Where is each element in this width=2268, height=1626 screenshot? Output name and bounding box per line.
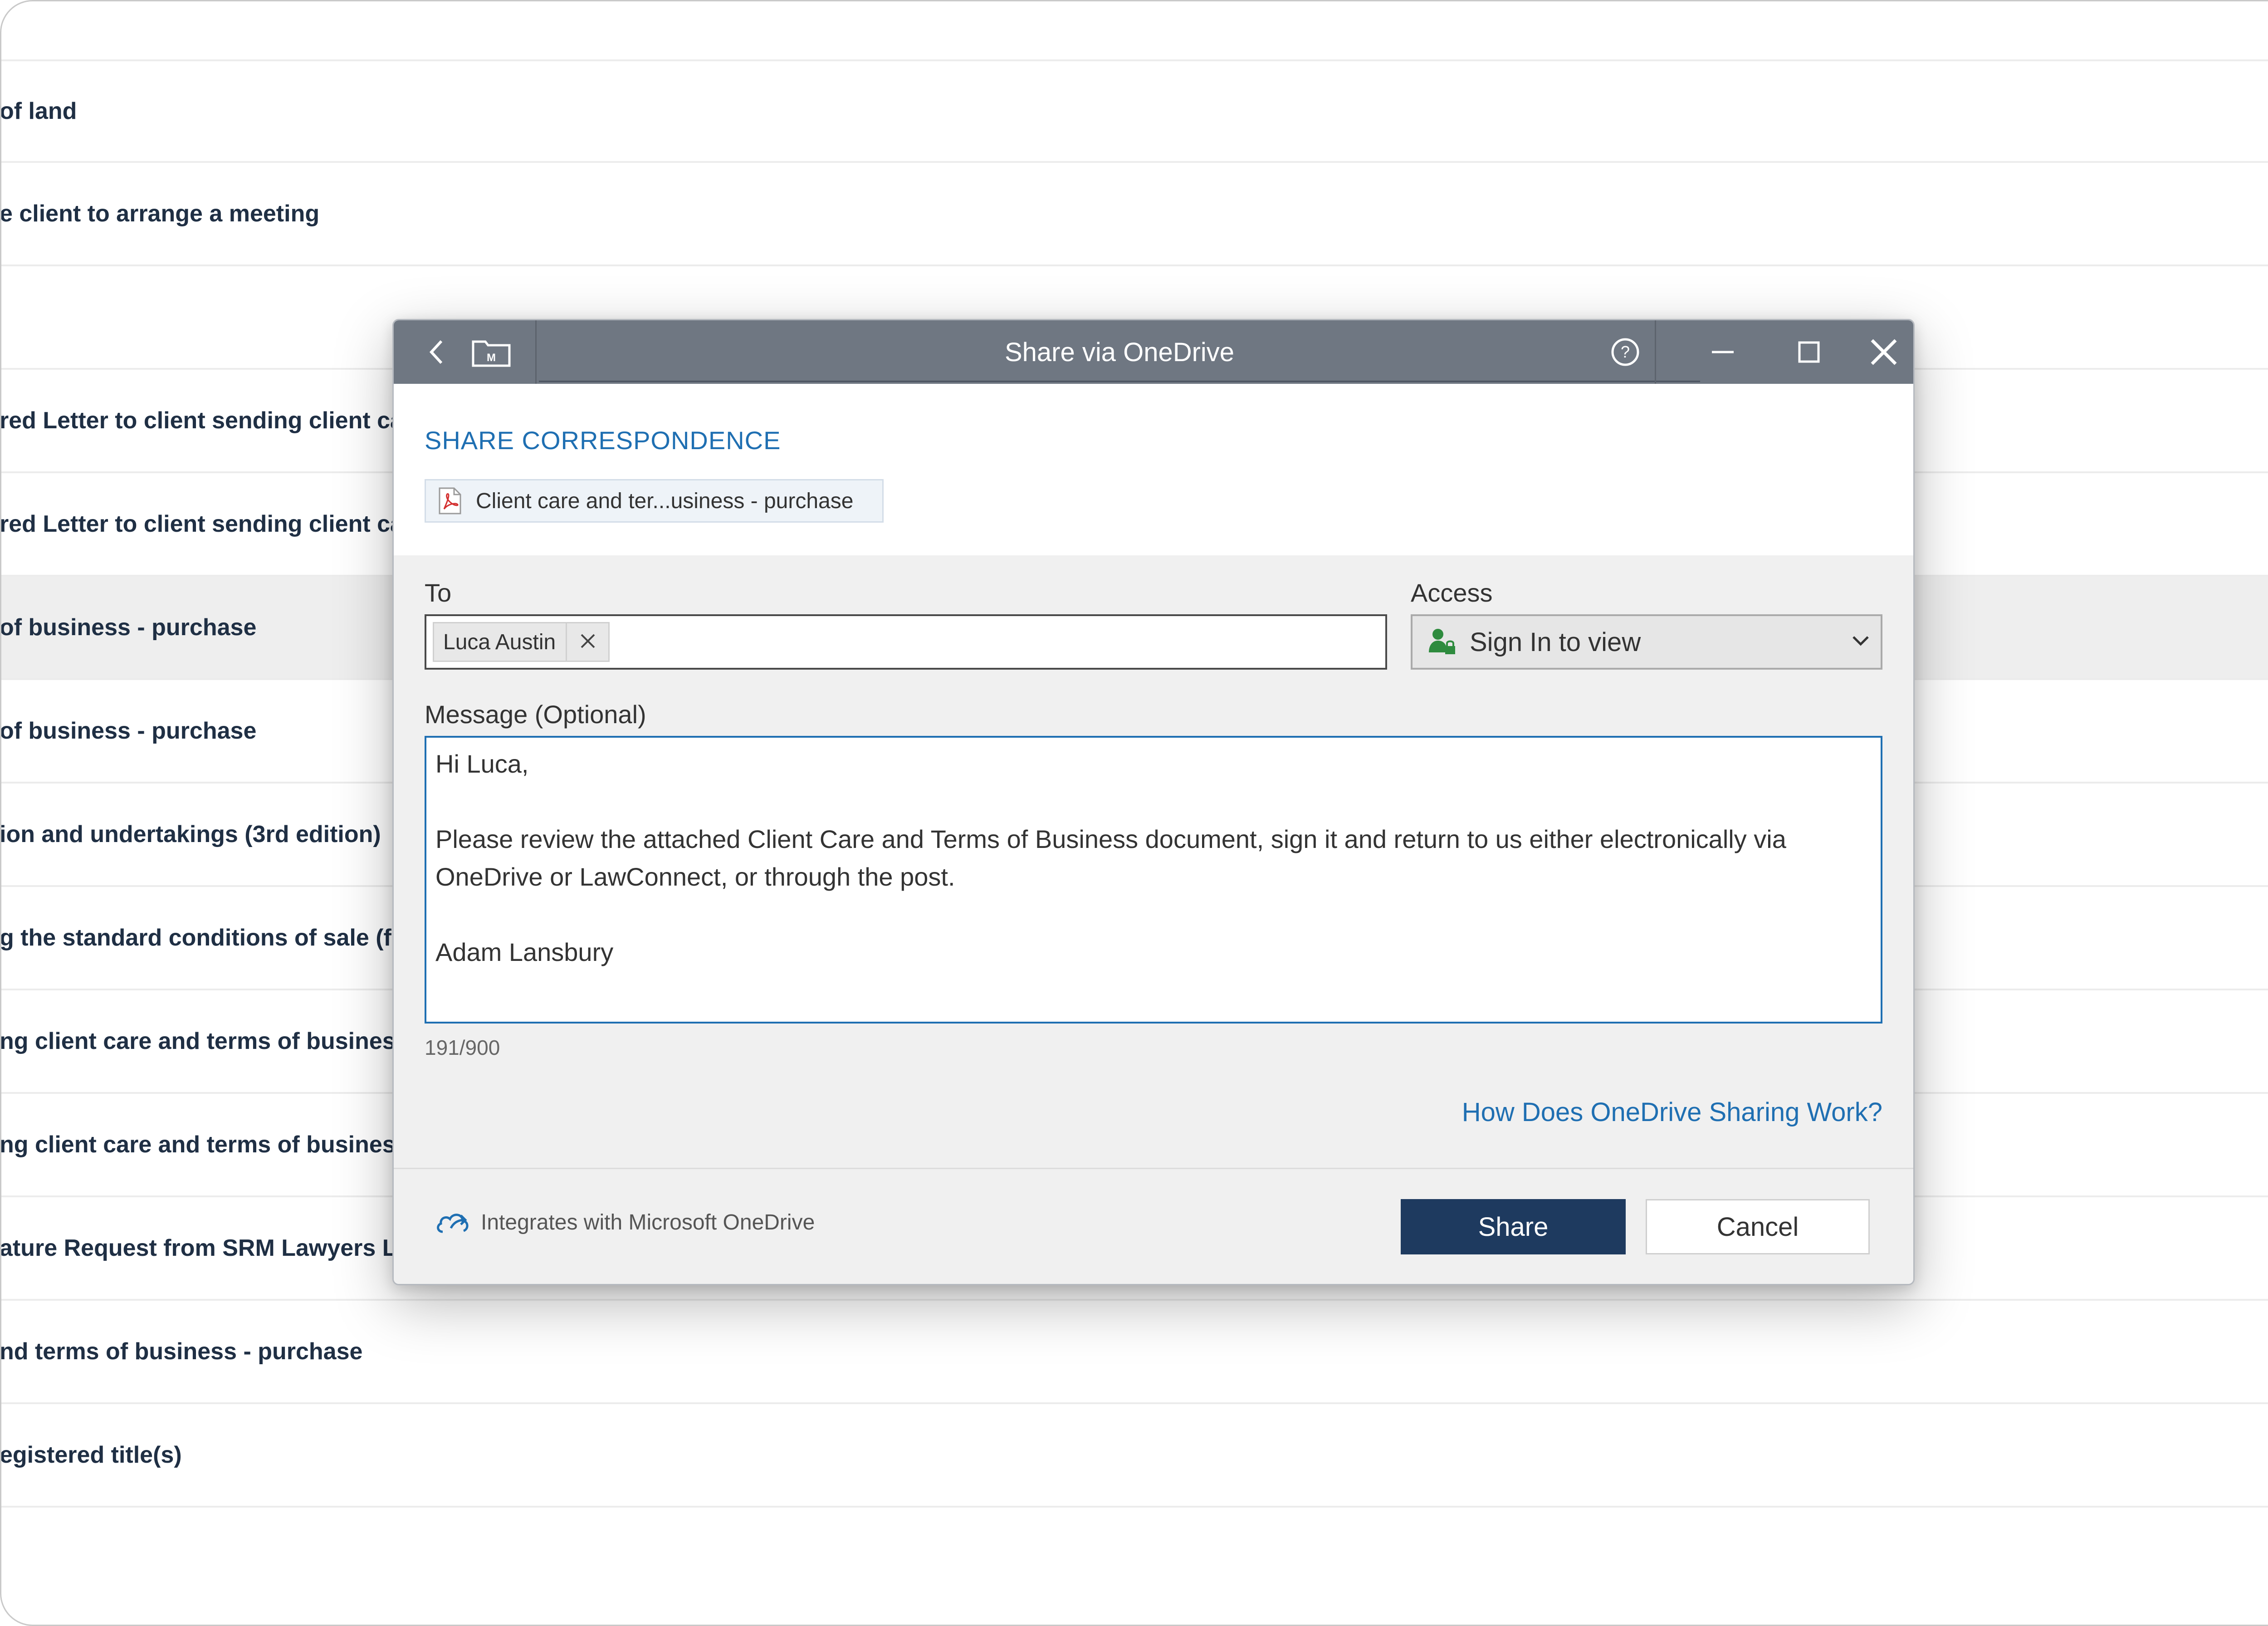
onedrive-help-link[interactable]: How Does OneDrive Sharing Work?	[1462, 1097, 1882, 1127]
matter-button[interactable]: M	[462, 320, 521, 384]
message-textarea[interactable]: Hi Luca, Please review the attached Clie…	[425, 736, 1882, 1024]
list-item-text: red Letter to client sending client ca	[0, 511, 403, 537]
onedrive-share-icon	[435, 1205, 472, 1239]
help-circle-icon: ?	[1610, 337, 1640, 367]
list-item[interactable]: egistered title(s)	[1, 1404, 2268, 1508]
list-item-text: ature Request from SRM Lawyers LL	[0, 1235, 411, 1261]
list-item-text: nd terms of business - purchase	[0, 1338, 363, 1365]
cancel-button[interactable]: Cancel	[1646, 1199, 1870, 1254]
dialog-footer: Integrates with Microsoft OneDrive Share…	[394, 1168, 1913, 1284]
list-item[interactable]: nd terms of business - purchase	[1, 1301, 2268, 1404]
close-icon	[580, 633, 596, 651]
app-window: of land e client to arrange a meeting re…	[0, 0, 2268, 1626]
list-item-text: of business - purchase	[0, 614, 257, 641]
list-item-text: of business - purchase	[0, 718, 257, 744]
recipient-chip[interactable]: Luca Austin	[433, 622, 610, 662]
list-item-text: ng client care and terms of business	[0, 1028, 409, 1054]
user-lock-icon	[1427, 626, 1457, 658]
message-label: Message (Optional)	[425, 700, 646, 729]
access-label: Access	[1411, 578, 1493, 607]
list-item-text: ng client care and terms of business	[0, 1131, 409, 1158]
access-dropdown[interactable]: Sign In to view	[1411, 614, 1882, 670]
titlebar-separator	[535, 320, 537, 384]
dialog-titlebar: M Share via OneDrive ?	[394, 320, 1913, 384]
titlebar-separator	[1655, 320, 1656, 384]
close-button[interactable]	[1854, 320, 1913, 384]
to-label: To	[425, 578, 452, 607]
minimize-button[interactable]	[1691, 320, 1755, 384]
svg-text:?: ?	[1621, 343, 1630, 361]
list-item-text: ion and undertakings (3rd edition)	[0, 821, 381, 847]
to-recipients-field[interactable]: Luca Austin	[425, 614, 1387, 670]
back-button[interactable]	[416, 320, 457, 384]
share-dialog: M Share via OneDrive ? SHARE CORRESPONDE…	[392, 319, 1915, 1285]
chevron-left-icon	[428, 338, 446, 367]
section-heading: SHARE CORRESPONDENCE	[425, 426, 781, 455]
list-item[interactable]: e client to arrange a meeting	[1, 163, 2268, 266]
dialog-title: Share via OneDrive	[1004, 337, 1235, 367]
matter-folder-icon: M	[471, 336, 512, 368]
list-item-text: g the standard conditions of sale (f	[0, 925, 391, 951]
character-count: 191/900	[425, 1036, 500, 1059]
minimize-icon	[1711, 340, 1735, 364]
remove-recipient-button[interactable]	[567, 623, 608, 661]
attachment-label: Client care and ter...usiness - purchase	[476, 489, 854, 513]
list-item-text: e client to arrange a meeting	[0, 201, 320, 227]
integrates-badge: Integrates with Microsoft OneDrive	[435, 1205, 815, 1239]
list-item-text: egistered title(s)	[0, 1442, 182, 1468]
attachment-chip[interactable]: Client care and ter...usiness - purchase	[425, 479, 884, 523]
dialog-header-area: SHARE CORRESPONDENCE Client care and ter…	[394, 384, 1913, 555]
dialog-body: To Luca Austin Access Sign In to view Me…	[394, 555, 1913, 1168]
title-underline	[539, 381, 1700, 382]
close-icon	[1870, 338, 1897, 366]
recipient-name: Luca Austin	[434, 623, 567, 661]
maximize-icon	[1798, 341, 1820, 363]
access-value: Sign In to view	[1470, 627, 1641, 657]
share-button[interactable]: Share	[1401, 1199, 1626, 1254]
integrates-label: Integrates with Microsoft OneDrive	[481, 1210, 815, 1234]
list-item-text: red Letter to client sending client ca	[0, 407, 403, 434]
list-header-strip	[1, 1, 2268, 61]
maximize-button[interactable]	[1777, 320, 1841, 384]
chevron-down-icon	[1852, 635, 1870, 649]
pdf-file-icon	[435, 486, 464, 515]
list-item-text: of land	[0, 98, 77, 124]
svg-text:M: M	[487, 352, 496, 364]
list-item[interactable]: of land	[1, 61, 2268, 163]
help-button[interactable]: ?	[1596, 320, 1655, 384]
